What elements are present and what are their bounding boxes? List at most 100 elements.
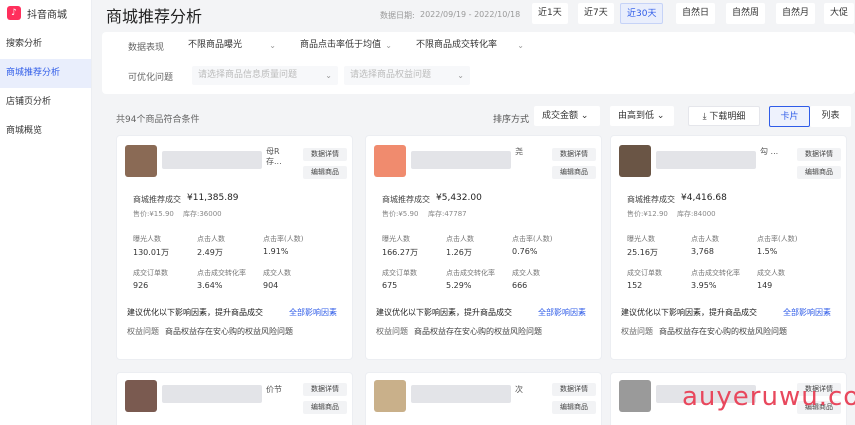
range-30day[interactable]: 近30天	[620, 3, 664, 24]
metric-label: 曝光人数	[133, 235, 161, 243]
product-title-fragment: 次	[515, 385, 523, 394]
sidebar-item-mall-overview[interactable]: 商城概览	[0, 117, 91, 146]
chevron-down-icon: ⌄	[656, 111, 665, 121]
metric-label: 成交人数	[512, 269, 540, 277]
metric-label: 点击率(人数)	[757, 235, 798, 243]
product-title-fragment: 勾 ...	[760, 147, 779, 156]
brand: ♪ 抖音商城	[0, 0, 91, 26]
result-count: 共94个商品符合条件	[116, 115, 200, 125]
sort-field-select[interactable]: 成交金额 ⌄	[534, 106, 600, 126]
data-performance-label: 数据表现	[128, 43, 165, 53]
data-detail-button[interactable]: 数据详情	[552, 383, 596, 396]
metric-value: 0.76%	[512, 247, 538, 256]
product-title-blurred	[656, 151, 756, 169]
product-thumbnail[interactable]	[619, 145, 651, 177]
chevron-down-icon: ⌄	[457, 71, 464, 80]
metric-label: 点击人数	[691, 235, 719, 243]
brand-name: 抖音商城	[27, 9, 67, 21]
download-button[interactable]: ⤓ 下载明细	[688, 106, 760, 126]
metric-label: 成交订单数	[133, 269, 168, 277]
product-thumbnail[interactable]	[374, 380, 406, 412]
product-thumbnail[interactable]	[374, 145, 406, 177]
data-detail-button[interactable]: 数据详情	[552, 148, 596, 161]
metric-value: 2.49万	[197, 248, 223, 257]
douyin-logo-icon: ♪	[7, 6, 21, 20]
sort-order-select[interactable]: 由高到低 ⌄	[610, 106, 674, 126]
data-detail-button[interactable]: 数据详情	[303, 383, 347, 396]
product-thumbnail[interactable]	[619, 380, 651, 412]
product-card: 尧 数据详情 编辑商品 商城推荐成交 ¥5,432.00 售价:¥5.90 库存…	[365, 135, 602, 360]
metric-value: 3,768	[691, 247, 714, 256]
edit-product-button[interactable]: 编辑商品	[303, 401, 347, 414]
exposure-select[interactable]: 不限商品曝光 ⌄	[182, 36, 282, 55]
edit-product-button[interactable]: 编辑商品	[303, 166, 347, 179]
optimizable-issues-label: 可优化问题	[128, 73, 174, 83]
metric-label: 点击率(人数)	[512, 235, 553, 243]
metric-label: 点击率(人数)	[263, 235, 304, 243]
product-thumbnail[interactable]	[125, 145, 157, 177]
metric-value: 1.5%	[757, 247, 778, 256]
issue-description: 商品权益存在安心购的权益风险问题	[414, 327, 542, 336]
edit-product-button[interactable]: 编辑商品	[797, 166, 841, 179]
sort-label: 排序方式	[493, 115, 530, 125]
product-title-blurred	[162, 385, 262, 403]
date-value: 2022/09/19 - 2022/10/18	[420, 10, 521, 19]
sidebar-item-search-analysis[interactable]: 搜索分析	[0, 30, 91, 59]
all-factors-link[interactable]: 全部影响因素	[783, 307, 831, 318]
mall-recommend-label: 商城推荐成交	[627, 195, 675, 204]
main-area: 商城推荐分析 数据日期: 2022/09/19 - 2022/10/18 近1天…	[92, 0, 855, 425]
all-factors-link[interactable]: 全部影响因素	[289, 307, 337, 318]
mall-recommend-value: ¥11,385.89	[187, 193, 239, 203]
metric-value: 5.29%	[446, 281, 472, 290]
metric-label: 成交人数	[757, 269, 785, 277]
metric-value: 3.64%	[197, 281, 223, 290]
mall-recommend-value: ¥4,416.68	[681, 193, 727, 203]
metric-value: 926	[133, 281, 149, 290]
data-detail-button[interactable]: 数据详情	[797, 148, 841, 161]
metric-value: 1.26万	[446, 248, 472, 257]
rights-issue-select[interactable]: 请选择商品权益问题 ⌄	[344, 66, 470, 85]
metric-value: 149	[757, 281, 773, 290]
issue-description: 商品权益存在安心购的权益风险问题	[659, 327, 787, 336]
quality-issue-select[interactable]: 请选择商品信息质量问题 ⌄	[192, 66, 338, 85]
product-thumbnail[interactable]	[125, 380, 157, 412]
range-7day[interactable]: 近7天	[578, 3, 614, 24]
range-promo[interactable]: 大促	[824, 3, 855, 24]
range-natural-month[interactable]: 自然月	[776, 3, 816, 24]
product-title-blurred	[411, 151, 511, 169]
sidebar-item-mall-recommend[interactable]: 商城推荐分析	[0, 59, 91, 88]
chevron-down-icon: ⌄	[517, 41, 524, 50]
ctr-select[interactable]: 商品点击率低于均值 ⌄	[294, 36, 398, 55]
issue-type: 权益问题	[376, 327, 408, 336]
mall-recommend-label: 商城推荐成交	[382, 195, 430, 204]
range-1day[interactable]: 近1天	[532, 3, 568, 24]
chevron-down-icon: ⌄	[385, 41, 392, 50]
metric-label: 曝光人数	[382, 235, 410, 243]
sidebar-item-store-page[interactable]: 店铺页分析	[0, 88, 91, 117]
metric-label: 点击成交转化率	[691, 269, 740, 277]
product-card: 价节 数据详情 编辑商品	[116, 372, 353, 425]
stock: 库存:47787	[428, 210, 467, 218]
suggestion-text: 建议优化以下影响因素，提升商品成交	[127, 308, 263, 317]
metric-label: 点击人数	[197, 235, 225, 243]
metric-label: 点击成交转化率	[197, 269, 246, 277]
chevron-down-icon: ⌄	[580, 111, 589, 121]
product-card: 母R 存... 数据详情 编辑商品 商城推荐成交 ¥11,385.89 售价:¥…	[116, 135, 353, 360]
all-factors-link[interactable]: 全部影响因素	[538, 307, 586, 318]
metric-value: 130.01万	[133, 248, 169, 257]
range-natural-week[interactable]: 自然周	[726, 3, 766, 24]
conversion-select[interactable]: 不限商品成交转化率 ⌄	[410, 36, 530, 55]
product-card: 次 数据详情 编辑商品	[365, 372, 602, 425]
range-natural-day[interactable]: 自然日	[676, 3, 716, 24]
edit-product-button[interactable]: 编辑商品	[552, 166, 596, 179]
metric-label: 点击成交转化率	[446, 269, 495, 277]
page-title: 商城推荐分析	[106, 7, 203, 26]
chevron-down-icon: ⌄	[325, 71, 332, 80]
view-card-button[interactable]: 卡片	[769, 106, 810, 127]
view-list-button[interactable]: 列表	[810, 106, 851, 127]
data-detail-button[interactable]: 数据详情	[303, 148, 347, 161]
sidebar: ♪ 抖音商城 搜索分析 商城推荐分析 店铺页分析 商城概览	[0, 0, 92, 425]
suggestion-text: 建议优化以下影响因素，提升商品成交	[376, 308, 512, 317]
mall-recommend-label: 商城推荐成交	[133, 195, 181, 204]
edit-product-button[interactable]: 编辑商品	[552, 401, 596, 414]
